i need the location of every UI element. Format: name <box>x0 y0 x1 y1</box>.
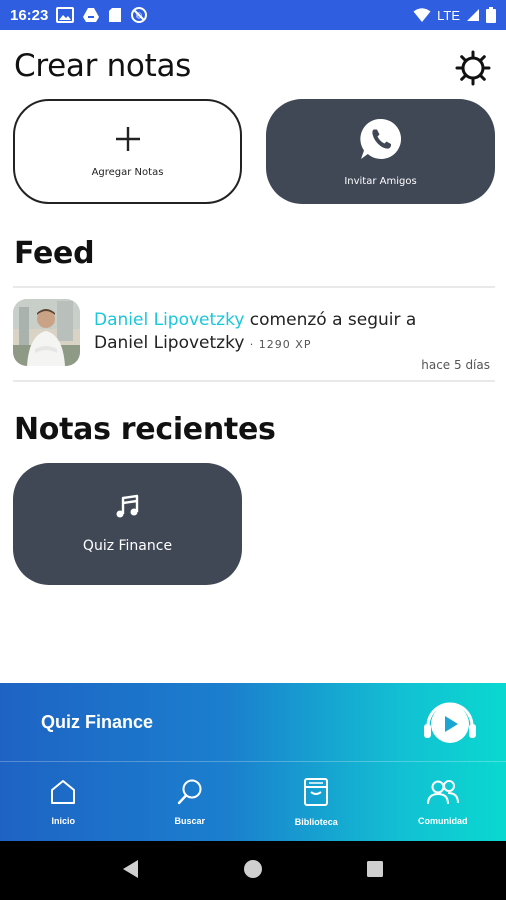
feed-divider-top <box>13 286 495 288</box>
recent-note-label: Quiz Finance <box>82 538 173 554</box>
nav-label-biblioteca: Biblioteca <box>294 816 338 827</box>
feed-target-name[interactable]: Daniel Lipovetzky <box>94 333 244 353</box>
library-icon <box>302 777 330 811</box>
feed-item-target-row: Daniel Lipovetzky · 1290 XP <box>94 333 311 353</box>
nav-item-buscar[interactable]: Buscar <box>127 762 254 841</box>
play-button[interactable] <box>422 696 478 752</box>
home-icon <box>49 778 77 810</box>
feed-divider-bottom <box>13 380 495 382</box>
back-icon[interactable] <box>120 858 142 884</box>
settings-gear-icon[interactable] <box>455 50 491 86</box>
nav-item-biblioteca[interactable]: Biblioteca <box>253 762 380 841</box>
community-icon <box>426 778 460 810</box>
gallery-notification-icon <box>56 7 75 23</box>
music-note-icon <box>115 494 141 524</box>
mini-player-and-nav: Quiz Finance Inicio Buscar Biblioteca Co… <box>0 683 506 841</box>
invite-friends-button[interactable]: Invitar Amigos <box>266 99 495 204</box>
feed-actor-link[interactable]: Daniel Lipovetzky <box>94 310 244 330</box>
player-title[interactable]: Quiz Finance <box>41 712 153 733</box>
feed-timestamp: hace 5 días <box>421 358 490 372</box>
add-notes-button[interactable]: Agregar Notas <box>13 99 242 204</box>
feed-title: Feed <box>14 236 95 271</box>
blocked-notification-icon: © <box>130 6 148 24</box>
recent-note-card[interactable]: Quiz Finance <box>13 463 242 585</box>
recent-notes-title: Notas recientes <box>14 412 276 447</box>
bottom-nav: Inicio Buscar Biblioteca Comunidad <box>0 762 506 841</box>
nav-label-comunidad: Comunidad <box>418 815 468 826</box>
nav-item-inicio[interactable]: Inicio <box>0 762 127 841</box>
avatar[interactable] <box>13 299 80 366</box>
signal-icon <box>466 8 480 22</box>
network-type: LTE <box>437 7 460 23</box>
svg-text:©: © <box>135 12 143 21</box>
feed-xp: · 1290 XP <box>249 338 312 351</box>
home-button-icon[interactable] <box>242 858 264 884</box>
system-nav-bar <box>0 841 506 900</box>
nav-item-comunidad[interactable]: Comunidad <box>380 762 506 841</box>
add-notes-label: Agregar Notas <box>91 167 164 178</box>
nav-label-buscar: Buscar <box>174 815 205 826</box>
status-time: 16:23 <box>10 6 49 24</box>
nav-label-inicio: Inicio <box>51 815 75 826</box>
status-bar: 16:23 © LTE <box>0 0 506 30</box>
sd-card-icon <box>108 7 122 23</box>
feed-action-text: comenzó a seguir a <box>249 310 417 330</box>
page-title: Crear notas <box>14 48 191 84</box>
battery-icon <box>486 7 496 23</box>
drive-notification-icon <box>82 7 100 23</box>
whatsapp-icon <box>358 116 404 166</box>
feed-item-text: Daniel Lipovetzky comenzó a seguir a <box>94 310 416 330</box>
wifi-icon <box>413 7 431 23</box>
search-icon <box>176 778 204 810</box>
plus-icon <box>114 125 142 157</box>
invite-friends-label: Invitar Amigos <box>344 176 417 187</box>
recents-icon[interactable] <box>364 858 386 884</box>
